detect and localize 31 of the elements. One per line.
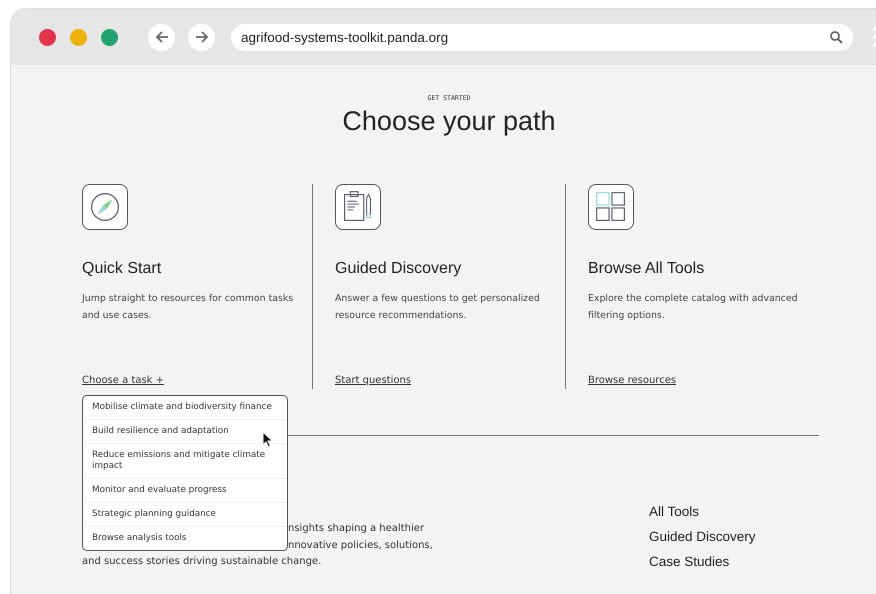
- dropdown-item[interactable]: Browse analysis tools: [83, 527, 287, 550]
- card-link[interactable]: Choose a task +: [82, 375, 164, 386]
- intro-text: and success stories driving sustainable change.: [82, 556, 322, 567]
- back-arrow-icon: [154, 30, 168, 44]
- minimize-dot[interactable]: [70, 28, 87, 46]
- intro-text: nsights shaping a healthier: [288, 523, 424, 534]
- card-title: Guided Discovery: [335, 260, 462, 278]
- card-title: Quick Start: [82, 260, 162, 278]
- card-description: Jump straight to resources for common tasks and use cases.: [82, 292, 294, 323]
- footer-link[interactable]: All Tools: [649, 504, 756, 519]
- forward-button[interactable]: [188, 24, 215, 50]
- card-title: Browse All Tools: [588, 260, 706, 278]
- forward-arrow-icon: [194, 30, 208, 44]
- card-link[interactable]: Browse resources: [588, 375, 676, 386]
- dropdown-item[interactable]: Monitor and evaluate progress: [83, 479, 287, 503]
- card-description: Answer a few questions to get personalized resource recommendations.: [335, 292, 541, 323]
- card-description: Explore the complete catalog with advanced filtering options.: [588, 292, 799, 323]
- card-link[interactable]: Start questions: [335, 375, 412, 386]
- footer-link[interactable]: Guided Discovery: [649, 529, 756, 544]
- dropdown-item[interactable]: Strategic planning guidance: [83, 503, 287, 527]
- dropdown-item[interactable]: Mobilise climate and biodiversity finance: [83, 396, 287, 420]
- address-bar[interactable]: agrifood-systems-toolkit.panda.org: [231, 24, 853, 50]
- page-title: Choose your path: [342, 106, 556, 137]
- maximize-dot[interactable]: [101, 28, 118, 46]
- dropdown-item[interactable]: Reduce emissions and mitigate climate impact: [83, 444, 287, 479]
- close-dot[interactable]: [39, 28, 56, 46]
- footer-link[interactable]: Case Studies: [649, 554, 756, 569]
- back-button[interactable]: [148, 24, 175, 50]
- cursor-icon: [262, 431, 274, 448]
- search-icon[interactable]: [830, 30, 843, 44]
- intro-text: nnovative policies, solutions,: [288, 540, 433, 550]
